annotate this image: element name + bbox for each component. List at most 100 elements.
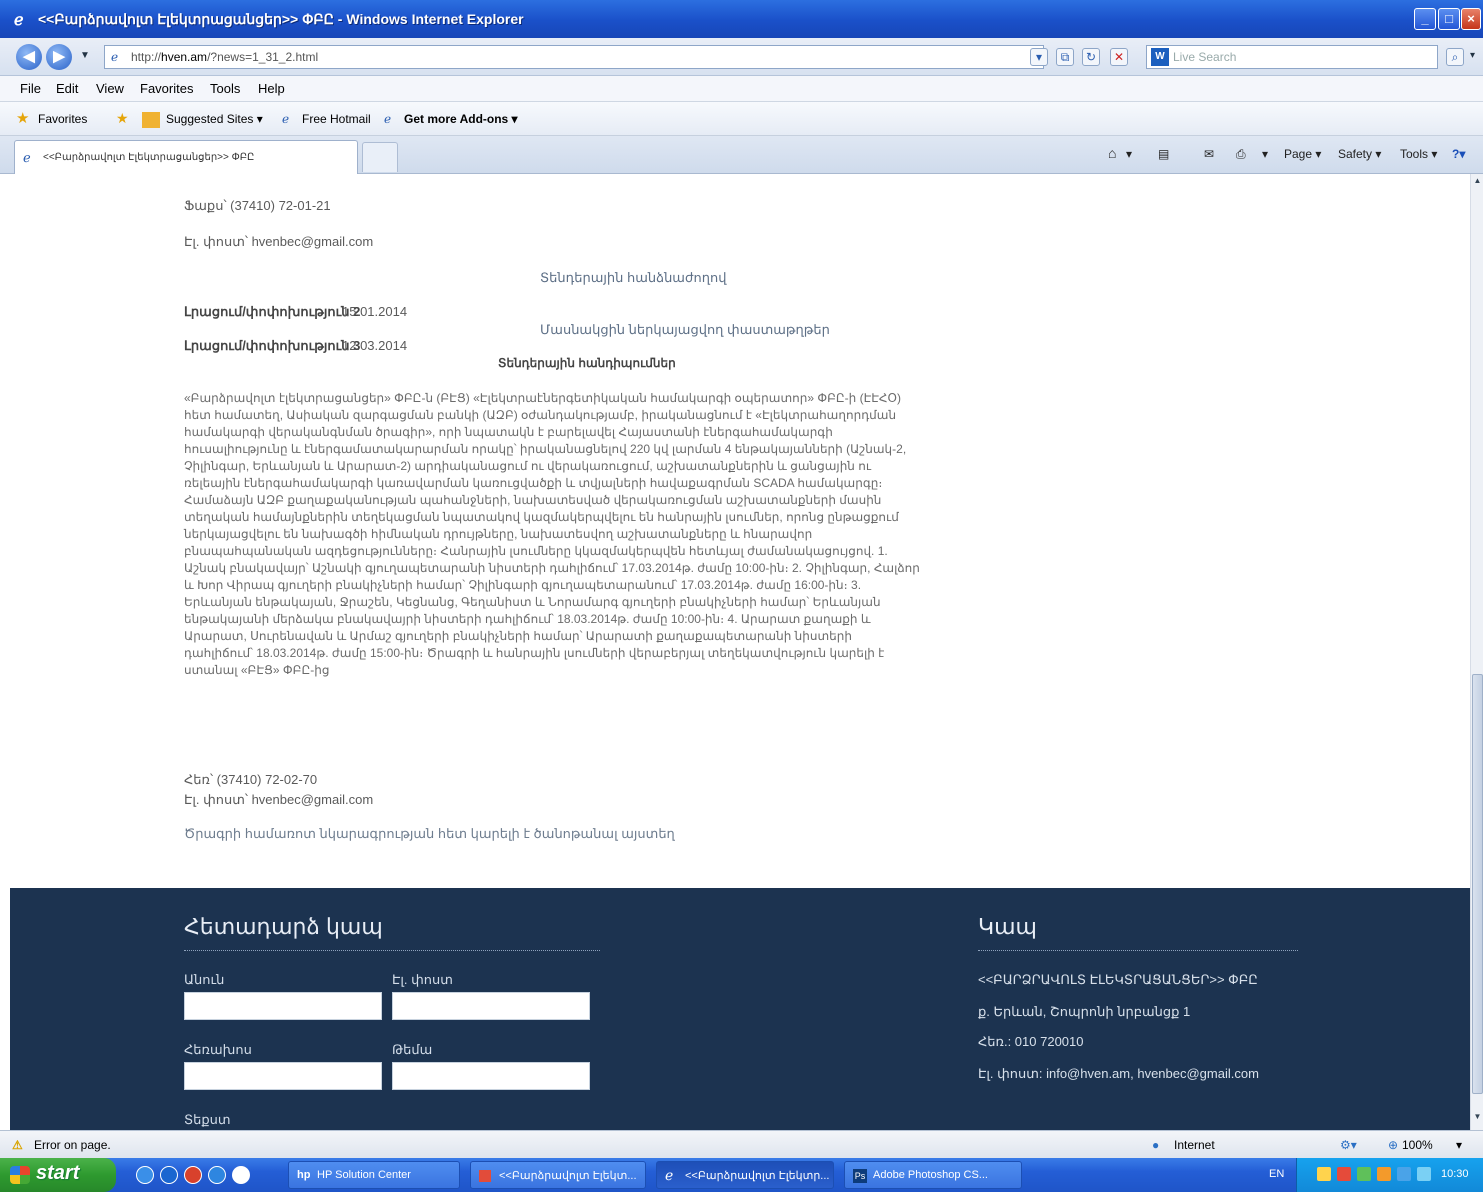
email-input[interactable] [392, 992, 590, 1020]
zoom-dropdown-icon[interactable]: ▾ [1456, 1138, 1462, 1152]
amendment-3-link[interactable]: Լրացում/փոփոխություն 3 [184, 338, 360, 354]
task-hp-solution-center[interactable]: hp HP Solution Center [288, 1161, 460, 1189]
photoshop-icon: Ps [853, 1169, 867, 1183]
subject-input[interactable] [392, 1062, 590, 1090]
feeds-icon[interactable]: ▤ [1158, 147, 1169, 161]
more-info-link[interactable]: Ծրագրի համառոտ նկարագրության հետ կարելի … [184, 826, 675, 842]
app-quicklaunch-icon[interactable] [232, 1166, 250, 1184]
status-text[interactable]: Error on page. [34, 1138, 111, 1152]
search-placeholder: Live Search [1173, 50, 1237, 64]
url-input[interactable]: ℯ http://hven.am/?news=1_31_2.html [104, 45, 1044, 69]
close-button[interactable]: × [1461, 8, 1481, 30]
amendment-2-link[interactable]: Լրացում/փոփոխություն 2 [184, 304, 360, 320]
tray-update-icon[interactable] [1377, 1167, 1391, 1181]
ie-quicklaunch-icon[interactable] [136, 1166, 154, 1184]
email2-text: Էլ. փոստ՝ hvenbec@gmail.com [184, 792, 374, 807]
protected-mode-icon[interactable]: ⚙▾ [1340, 1138, 1357, 1152]
announcement-body: «Բարձրավոլտ էլեկտրացանցեր» ՓԲԸ-ն (ԲԷՑ) «… [184, 391, 920, 677]
add-favorite-icon[interactable]: ★ [116, 110, 129, 127]
tab-active[interactable]: ℯ <<Բարձրավոլտ Էլեկտրացանցեր>> ՓԲԸ [14, 140, 358, 174]
name-input[interactable] [184, 992, 382, 1020]
maximize-button[interactable]: □ [1438, 8, 1460, 30]
search-options-icon[interactable]: ▾ [1470, 50, 1475, 61]
feedback-title: Հետադարձ կապ [184, 914, 383, 939]
menu-edit[interactable]: Edit [56, 81, 78, 96]
task-label: Adobe Photoshop CS... [873, 1169, 988, 1181]
menu-help[interactable]: Help [258, 81, 285, 96]
media-player-icon[interactable] [184, 1166, 202, 1184]
warning-icon: ⚠ [12, 1138, 23, 1152]
favorites-star-icon: ★ [16, 110, 30, 127]
status-bar: ⚠ Error on page. ● Internet ⚙▾ ⊕ 100% ▾ [0, 1130, 1483, 1158]
print-dropdown-icon[interactable]: ▾ [1262, 147, 1268, 161]
tray-misc-icon[interactable] [1417, 1167, 1431, 1181]
print-icon[interactable]: ⎙ [1236, 147, 1246, 162]
help-icon[interactable]: ?▾ [1452, 147, 1465, 161]
menu-file[interactable]: File [20, 81, 41, 96]
url-prefix: http:// [131, 50, 162, 64]
tab-bar: ℯ <<Բարձրավոլտ Էլեկտրացանցեր>> ՓԲԸ ⌂ ▾ ▤… [0, 136, 1483, 174]
task-label: HP Solution Center [317, 1169, 411, 1181]
email-text: Էլ. փոստ՝ hvenbec@gmail.com [184, 234, 374, 249]
scroll-thumb[interactable] [1472, 674, 1483, 1094]
free-hotmail-link[interactable]: Free Hotmail [302, 112, 371, 126]
safety-menu[interactable]: Safety ▾ [1338, 147, 1381, 161]
compatibility-view-icon[interactable]: ▾ [1030, 48, 1048, 66]
hp-icon: hp [297, 1169, 311, 1181]
scroll-up-icon[interactable]: ▲ [1472, 176, 1483, 190]
new-tab-button[interactable] [362, 142, 398, 172]
clock[interactable]: 10:30 [1441, 1168, 1469, 1180]
fax-text: Ֆաքս՝ (37410) 72-01-21 [184, 198, 331, 213]
show-desktop-icon[interactable] [160, 1166, 178, 1184]
home-icon[interactable]: ⌂ [1108, 145, 1116, 161]
search-input[interactable]: W Live Search [1146, 45, 1438, 69]
task-browser-2[interactable]: ℯ <<Բարձրավոլտ Էլեկտր... [656, 1161, 834, 1189]
email-label: Էլ. փոստ [392, 972, 453, 987]
read-mail-icon[interactable]: ✉ [1204, 147, 1214, 161]
page-content: Ֆաքս՝ (37410) 72-01-21 Էլ. փոստ՝ hvenbec… [10, 174, 1470, 1130]
zoom-icon: ⊕ [1388, 1138, 1399, 1152]
scroll-down-icon[interactable]: ▼ [1472, 1112, 1483, 1126]
window-title-bar[interactable]: ℯ <<Բարձրավոլտ Էլեկտրացանցեր>> ՓԲԸ - Win… [0, 0, 1483, 38]
url-domain: hven.am [161, 50, 208, 64]
ie-task-icon: ℯ [665, 1167, 674, 1183]
meetings-heading: Տենդերային հանդիպումներ [498, 356, 676, 370]
history-dropdown-icon[interactable]: ▼ [80, 50, 90, 61]
tray-volume-icon[interactable] [1397, 1167, 1411, 1181]
phone-input[interactable] [184, 1062, 382, 1090]
tools-menu[interactable]: Tools ▾ [1400, 147, 1437, 161]
start-button[interactable]: start [0, 1158, 116, 1192]
menu-view[interactable]: View [96, 81, 124, 96]
refresh-icon[interactable]: ↻ [1082, 48, 1100, 66]
feedback-divider [184, 950, 600, 951]
get-addons-link[interactable]: Get more Add-ons ▾ [404, 112, 518, 126]
favorites-button[interactable]: Favorites [38, 112, 87, 126]
suggested-sites-link[interactable]: Suggested Sites ▾ [166, 112, 263, 126]
minimize-button[interactable]: _ [1414, 8, 1436, 30]
name-label: Անուն [184, 972, 225, 987]
back-button[interactable]: ◀ [16, 44, 42, 70]
compat-icon[interactable]: ⧉ [1056, 48, 1074, 66]
company-name: <<ԲԱՐՁՐԱՎՈԼՏ ԷԼԵԿՏՐԱՑԱՆՑԵՐ>> ՓԲԸ [978, 972, 1258, 987]
task-photoshop[interactable]: Ps Adobe Photoshop CS... [844, 1161, 1022, 1189]
vertical-scrollbar[interactable]: ▲ ▼ [1470, 174, 1483, 1130]
tray-network-icon[interactable] [1357, 1167, 1371, 1181]
window-title: <<Բարձրավոլտ Էլեկտրացանցեր>> ՓԲԸ - Windo… [38, 11, 524, 27]
forward-button[interactable]: ▶ [46, 44, 72, 70]
favorites-bar: ★ Favorites ★ Suggested Sites ▾ ℯ Free H… [0, 102, 1483, 136]
task-browser-1[interactable]: <<Բարձրավոլտ Էլեկտ... [470, 1161, 646, 1189]
stop-icon[interactable]: ✕ [1110, 48, 1128, 66]
tab-title: <<Բարձրավոլտ Էլեկտրացանցեր>> ՓԲԸ [43, 152, 255, 163]
page-menu[interactable]: Page ▾ [1284, 147, 1321, 161]
search-icon[interactable]: ⌕ [1446, 48, 1464, 66]
menu-tools[interactable]: Tools [210, 81, 240, 96]
company-email: Էլ. փոստ: info@hven.am, hvenbec@gmail.co… [978, 1066, 1259, 1081]
language-indicator[interactable]: EN [1269, 1168, 1284, 1180]
tray-antivirus-icon[interactable] [1337, 1167, 1351, 1181]
tray-security-icon[interactable] [1317, 1167, 1331, 1181]
menu-favorites[interactable]: Favorites [140, 81, 193, 96]
browser-quicklaunch-icon[interactable] [208, 1166, 226, 1184]
zoom-level[interactable]: 100% [1402, 1138, 1433, 1152]
home-dropdown-icon[interactable]: ▾ [1126, 147, 1132, 161]
task-label: <<Բարձրավոլտ Էլեկտ... [499, 1170, 637, 1182]
